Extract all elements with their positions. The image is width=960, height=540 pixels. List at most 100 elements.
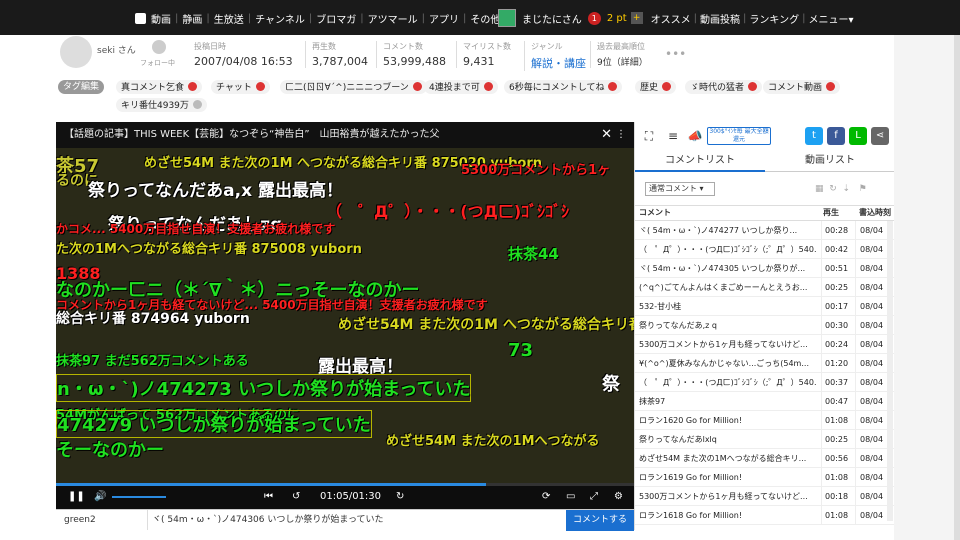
stat-mylist: マイリスト数 9,431 xyxy=(456,41,511,68)
comment-text: ロラン1618 Go for Million! xyxy=(639,511,743,520)
danmaku-comment: めざせ54M また次の1Mへつながる xyxy=(386,434,600,449)
send-comment-button[interactable]: コメントする xyxy=(566,510,634,531)
col-time[interactable]: 書込時刻 xyxy=(859,206,891,220)
comment-row[interactable]: 祭りってなんだあlxlq 00:25 08/04 xyxy=(635,430,895,449)
tag-item[interactable]: コメント動画 xyxy=(763,80,841,94)
comment-row[interactable]: （ ゜Д゜）・・・(つДㄈ)ｺﾞｼｺﾞｼ（;゜Д゜）540... 00:42 08/… xyxy=(635,240,895,259)
points-label: 2 pt xyxy=(606,12,627,24)
tag-item[interactable]: キリ番仕4939万 xyxy=(116,98,207,112)
comment-text: （ ゜Д゜）・・・(つДㄈ)ｺﾞｼｺﾞｼ（;゜Д゜）540... xyxy=(639,245,817,254)
uploader-avatar[interactable] xyxy=(60,36,92,68)
col-comment[interactable]: コメント xyxy=(639,206,671,220)
tv-logo-icon[interactable] xyxy=(135,13,146,24)
comment-row[interactable]: ロラン1618 Go for Million! 01:08 08/04 xyxy=(635,506,895,525)
comment-row[interactable]: ヾ( 54m・ω・`)ノ474277 いつしか祭り... 00:28 08/04 xyxy=(635,221,895,240)
calendar-icon[interactable]: ▦ xyxy=(815,184,824,194)
comment-filter-select[interactable]: 通常コメント ▾ xyxy=(645,182,715,196)
scroll-icon[interactable]: ⇣ xyxy=(843,184,851,194)
comment-text: ヾ( 54m・ω・`)ノ474305 いつしか祭りが... xyxy=(639,264,806,273)
page-scrollbar[interactable] xyxy=(954,35,960,540)
follow-check-icon[interactable] xyxy=(152,40,166,54)
danmaku-comment: めざせ54M また次の1M へつながる総合キリ番 87496 xyxy=(338,317,634,333)
tag-item[interactable]: ㄈ二(ㄖㄖ∀´^)ニニニつブーン xyxy=(280,80,427,94)
user-name[interactable]: まじたにさん xyxy=(522,11,582,26)
comment-input[interactable]: ヾ( 54m・ω・`)ノ474306 いつしか祭りが始まっていた xyxy=(152,510,564,530)
pause-icon[interactable]: ❚❚ xyxy=(68,491,85,502)
more-options-icon[interactable]: ••• xyxy=(665,47,686,61)
nav-blomaga[interactable]: ブロマガ xyxy=(316,11,356,26)
comment-playtime: 01:08 xyxy=(821,411,853,430)
close-icon[interactable]: ✕ xyxy=(601,122,612,148)
comment-row[interactable]: 532-甘小桂 00:17 08/04 xyxy=(635,297,895,316)
nav-ranking[interactable]: ランキング xyxy=(749,11,799,26)
settings-gear-icon[interactable]: ⚙ xyxy=(614,491,623,502)
tag-edit-button[interactable]: タグ編集 xyxy=(58,80,105,94)
news-headline[interactable]: 【話題の記事】THIS WEEK【芸能】なつぞら“神告白” 山田裕貴が越えたかっ… xyxy=(64,129,440,140)
tag-item[interactable]: 6秒毎にコメントしてね xyxy=(504,80,623,94)
comment-row[interactable]: 抹茶97 00:47 08/04 xyxy=(635,392,895,411)
tag-item[interactable]: ゞ時代の猛者 xyxy=(685,80,763,94)
comment-text: (^q^)ごてんよんはくまごめーーんとえうお... xyxy=(639,283,808,292)
comment-scrollbar[interactable] xyxy=(887,221,893,521)
twitter-icon[interactable]: t xyxy=(805,127,823,145)
comment-row[interactable]: 祭りってなんだあ,z q 00:30 08/04 xyxy=(635,316,895,335)
boost-button[interactable]: 300$°ｲﾝｾ毎 最大全額還元 xyxy=(707,127,771,145)
nav-atsumaru[interactable]: アツマール xyxy=(368,11,418,26)
share-icon[interactable]: ⋖ xyxy=(871,127,889,145)
nav-app[interactable]: アプリ xyxy=(429,11,459,26)
tab-comment-list[interactable]: コメントリスト xyxy=(635,150,765,172)
playlist-add-icon[interactable]: ≡ xyxy=(665,128,681,144)
loop-icon[interactable]: ⟳ xyxy=(542,491,550,502)
nav-seiga[interactable]: 静画 xyxy=(182,11,202,26)
volume-icon[interactable]: 🔊 xyxy=(94,491,106,502)
comment-row[interactable]: 5300万コメントから1ヶ月も経ってないけど... 00:24 08/04 xyxy=(635,335,895,354)
prev-icon[interactable]: ⏮ xyxy=(264,491,273,502)
comment-row[interactable]: ロラン1619 Go for Million! 01:08 08/04 xyxy=(635,468,895,487)
tag-item[interactable]: 歴史 xyxy=(635,80,677,94)
comment-row[interactable]: 5300万コメントから1ヶ月も経ってないけど... 00:18 08/04 xyxy=(635,487,895,506)
player-title-bar: 【話題の記事】THIS WEEK【芸能】なつぞら“神告白” 山田裕貴が越えたかっ… xyxy=(56,122,634,148)
volume-slider[interactable] xyxy=(112,496,166,498)
report-icon[interactable]: ⚑ xyxy=(859,184,867,194)
comment-row[interactable]: ヾ( 54m・ω・`)ノ474305 いつしか祭りが... 00:51 08/04 xyxy=(635,259,895,278)
forward-icon[interactable]: ↻ xyxy=(396,491,404,502)
tag-item[interactable]: 真コメント乞食 xyxy=(116,80,203,94)
video-player[interactable]: 【話題の記事】THIS WEEK【芸能】なつぞら“神告白” 山田裕貴が越えたかっ… xyxy=(56,122,634,531)
comment-row[interactable]: （ ゜Д゜）・・・(つДㄈ)ｺﾞｼｺﾞｼ（;゜Д゜）540... 00:37 08/… xyxy=(635,373,895,392)
tag-item[interactable]: チャット xyxy=(211,80,270,94)
comment-playtime: 00:51 xyxy=(821,259,853,278)
tab-video-list[interactable]: 動画リスト xyxy=(765,150,895,172)
picture-icon[interactable]: ⛶ xyxy=(641,128,657,144)
stat-comments: コメント数 53,999,488 xyxy=(376,41,446,68)
add-points-button[interactable]: + xyxy=(630,12,643,24)
playback-time: 01:05/01:30 xyxy=(320,491,382,502)
comment-row[interactable]: ¥(^o^)夏休みなんかじゃない...ごっち(54m... 01:20 08/04 xyxy=(635,354,895,373)
comment-row[interactable]: (^q^)ごてんよんはくまごめーーんとえうお... 00:25 08/04 xyxy=(635,278,895,297)
nav-channel[interactable]: チャンネル xyxy=(255,11,305,26)
comment-toggle-icon[interactable]: ▭ xyxy=(566,491,575,502)
video-canvas[interactable]: 茶57 めざせ54M また次の1M へつながる総合キリ番 875020 yubor… xyxy=(56,148,634,483)
nav-live[interactable]: 生放送 xyxy=(214,11,244,26)
nav-douga[interactable]: 動画 xyxy=(151,11,171,26)
uploader-name[interactable]: seki さん xyxy=(97,43,136,56)
nav-upload[interactable]: 動画投稿 xyxy=(700,11,740,26)
comment-row[interactable]: めざせ54M また次の1Mへつながる総合キリ... 00:56 08/04 xyxy=(635,449,895,468)
panel-toolbar: ⛶ ≡ 📣 300$°ｲﾝｾ毎 最大全額還元 t f L ⋖ xyxy=(635,122,895,150)
rewind-icon[interactable]: ↺ xyxy=(292,491,300,502)
megaphone-icon[interactable]: 📣 xyxy=(687,128,703,144)
comment-text: 抹茶97 xyxy=(639,397,666,406)
seek-bar[interactable] xyxy=(56,483,634,486)
user-avatar[interactable] xyxy=(498,9,516,27)
notification-badge[interactable]: 1 xyxy=(587,11,601,25)
fullscreen-icon[interactable]: ⤢ xyxy=(590,491,598,502)
col-play[interactable]: 再生 xyxy=(823,206,839,220)
line-icon[interactable]: L xyxy=(849,127,867,145)
comment-row[interactable]: ロラン1620 Go for Million! 01:08 08/04 xyxy=(635,411,895,430)
menu-icon[interactable]: ⋮ xyxy=(616,122,626,148)
nav-recommend[interactable]: オススメ xyxy=(651,11,691,26)
nav-menu[interactable]: メニュー▾ xyxy=(808,11,853,26)
facebook-icon[interactable]: f xyxy=(827,127,845,145)
command-input[interactable]: green2 xyxy=(56,510,148,530)
tag-item[interactable]: 4連投まで可 xyxy=(424,80,498,94)
refresh-icon[interactable]: ↻ xyxy=(829,184,837,194)
